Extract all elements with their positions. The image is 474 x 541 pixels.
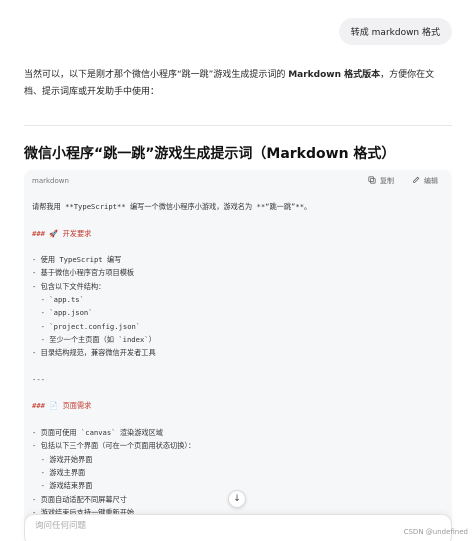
code-line: - `project.config.json` <box>32 321 141 331</box>
intro-text-start: 当然可以，以下是刚才那个微信小程序“跳一跳”游戏生成提示词的 <box>24 70 289 80</box>
code-line: - `app.json` <box>32 308 93 318</box>
copy-icon <box>368 176 376 186</box>
chat-input-bar <box>24 514 452 541</box>
arrow-down-icon: ↓ <box>233 494 241 504</box>
watermark: CSDN @undefined <box>403 528 468 536</box>
code-line: - 页面可使用 `canvas` 渲染游戏区域 <box>32 428 163 438</box>
code-line: - 游戏开始界面 <box>32 454 93 464</box>
copy-label: 复制 <box>380 177 394 185</box>
code-line: ### 🚀 开发要求 <box>32 228 92 238</box>
chat-screen: 转成 markdown 格式 当然可以，以下是刚才那个微信小程序“跳一跳”游戏生… <box>0 0 474 541</box>
edit-label: 编辑 <box>424 177 438 185</box>
scroll-down-button[interactable]: ↓ <box>228 490 246 508</box>
code-line: - 包含以下文件结构： <box>32 281 106 291</box>
code-line: - 包括以下三个界面（可在一个页面用状态切换）： <box>32 441 196 451</box>
code-line: - 至少一个主页面（如 `index`） <box>32 334 156 344</box>
code-line: - 使用 TypeScript 编写 <box>32 255 122 265</box>
chat-input[interactable] <box>35 521 335 531</box>
user-message-bubble: 转成 markdown 格式 <box>338 18 452 45</box>
edit-icon <box>412 176 420 186</box>
code-line: - 目录结构规范，兼容微信开发者工具 <box>32 348 156 358</box>
code-actions: 复制 编辑 <box>368 176 438 186</box>
code-block-header: markdown 复制 编辑 <box>24 170 452 192</box>
code-line: --- <box>32 374 45 384</box>
intro-text-bold: Markdown 格式版本 <box>288 70 381 80</box>
code-language-label: markdown <box>32 177 69 185</box>
code-block: markdown 复制 编辑 请帮我用 **TypeScript** 编写一个微… <box>24 170 452 541</box>
code-line: 请帮我用 **TypeScript** 编写一个微信小程序小游戏，游戏名为 **… <box>32 202 312 211</box>
section-heading: 微信小程序“跳一跳”游戏生成提示词（Markdown 格式） <box>24 146 396 162</box>
copy-button[interactable]: 复制 <box>368 176 394 186</box>
code-line: - 基于微信小程序官方项目模板 <box>32 268 135 278</box>
section-divider <box>24 125 452 126</box>
assistant-intro-text: 当然可以，以下是刚才那个微信小程序“跳一跳”游戏生成提示词的 Markdown … <box>24 67 452 101</box>
code-line: - 游戏主界面 <box>32 467 86 477</box>
code-content: 请帮我用 **TypeScript** 编写一个微信小程序小游戏，游戏名为 **… <box>24 192 452 519</box>
code-line: ### 📄 页面需求 <box>32 401 92 411</box>
edit-button[interactable]: 编辑 <box>412 176 438 186</box>
code-line: - `app.ts` <box>32 295 84 305</box>
